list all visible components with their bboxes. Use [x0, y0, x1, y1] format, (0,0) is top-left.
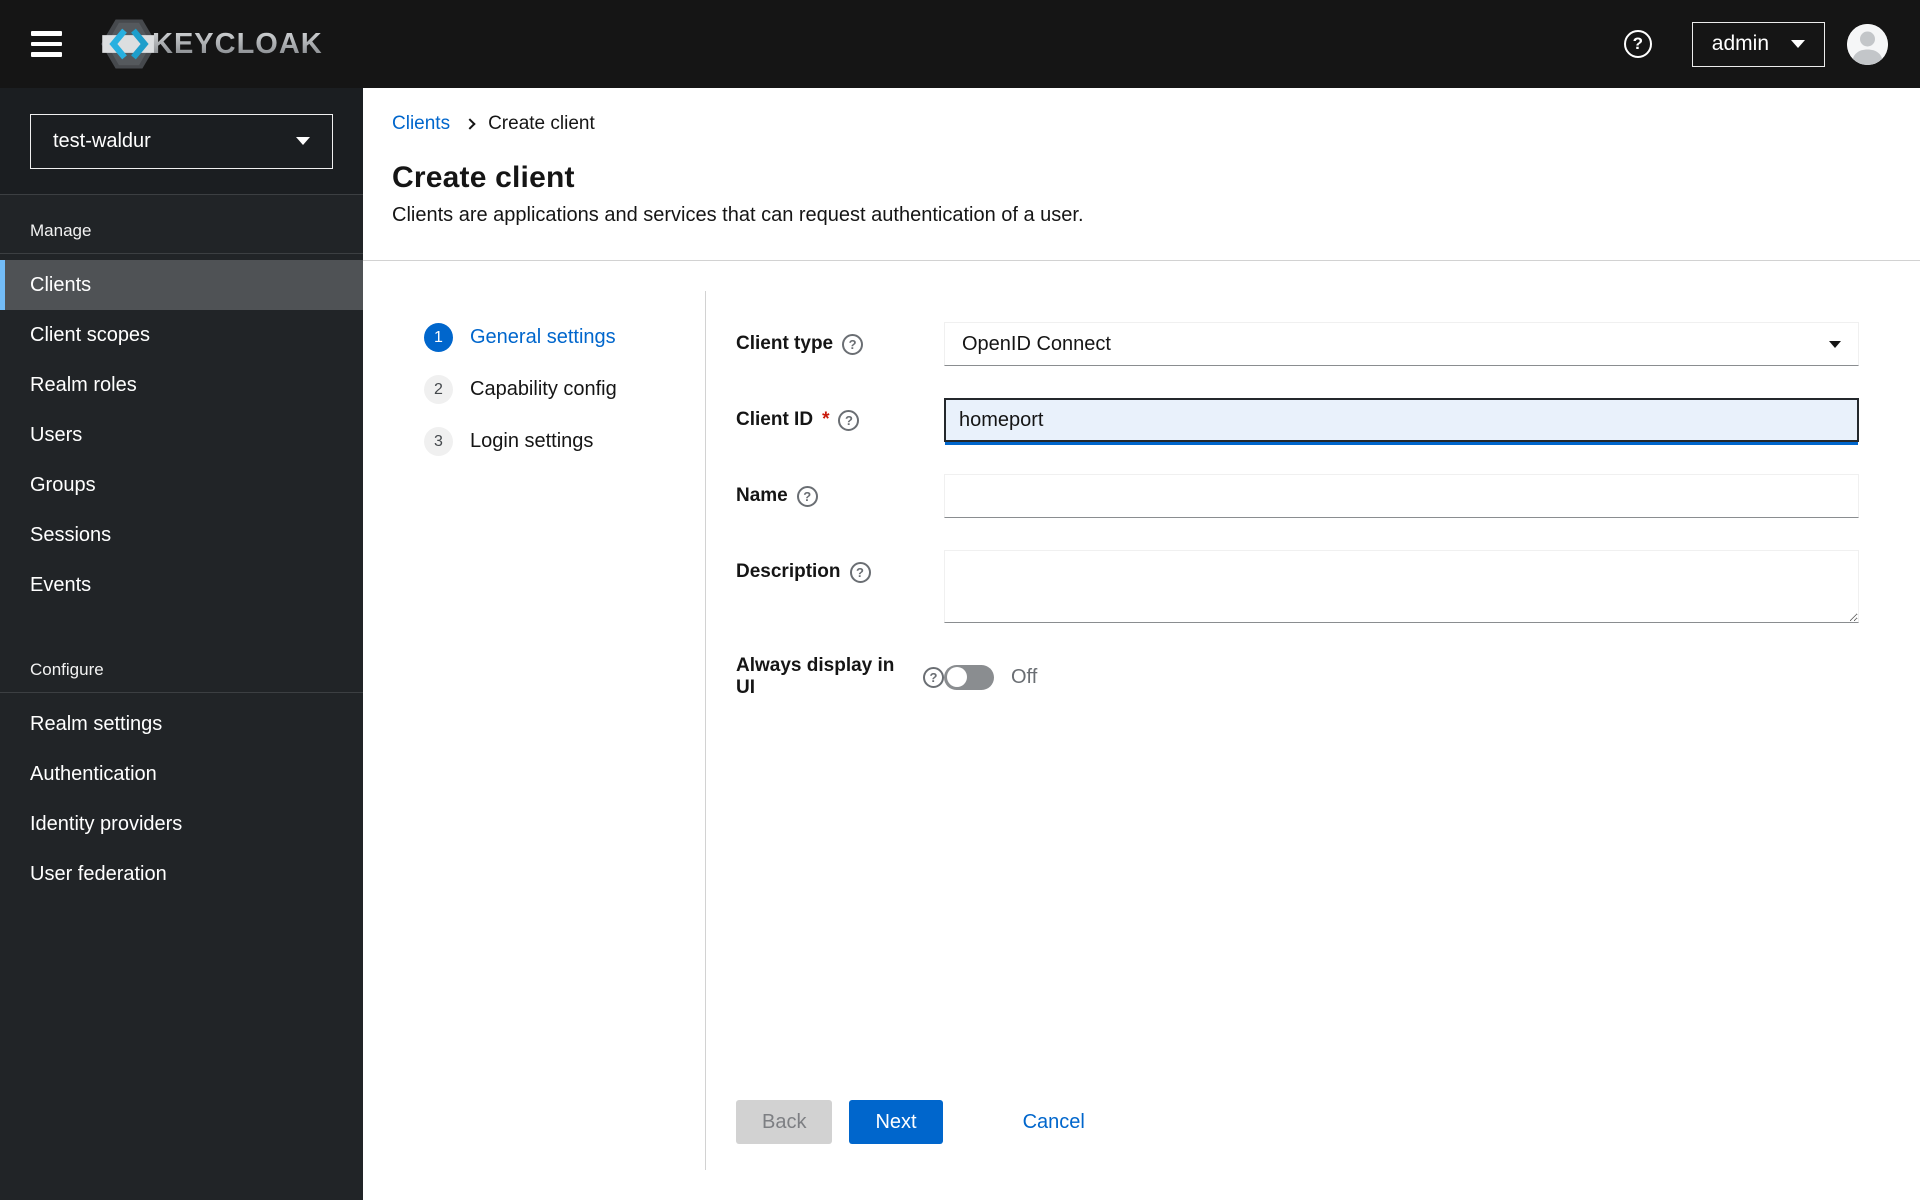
- sidebar-item-authentication[interactable]: Authentication: [0, 749, 363, 799]
- client-id-label: Client ID: [736, 409, 814, 430]
- description-label-group: Description ?: [736, 550, 944, 583]
- user-menu-dropdown[interactable]: admin: [1691, 21, 1825, 67]
- next-button[interactable]: Next: [849, 1100, 943, 1144]
- nav-section-configure: Configure: [30, 660, 104, 679]
- question-circle-icon[interactable]: ?: [849, 561, 871, 583]
- question-circle-icon[interactable]: ?: [842, 333, 864, 355]
- toggle-knob: [947, 667, 967, 687]
- sidebar-item-client-scopes[interactable]: Client scopes: [0, 310, 363, 360]
- sidebar-item-sessions[interactable]: Sessions: [0, 510, 363, 560]
- sidebar-item-identity-providers[interactable]: Identity providers: [0, 799, 363, 849]
- person-icon: [1847, 23, 1888, 65]
- breadcrumb-link-clients[interactable]: Clients: [392, 113, 450, 135]
- page-title: Create client: [392, 161, 575, 194]
- sidebar-item-events[interactable]: Events: [0, 560, 363, 610]
- general-settings-form: Client type ? OpenID Connect Client ID *…: [705, 291, 1920, 1170]
- always-display-toggle[interactable]: [944, 664, 994, 690]
- sidebar-item-groups[interactable]: Groups: [0, 460, 363, 510]
- sidebar-item-user-federation[interactable]: User federation: [0, 849, 363, 899]
- step-label: General settings: [470, 326, 616, 348]
- wizard-steps: 1 General settings 2 Capability config 3…: [363, 291, 705, 1170]
- client-type-value: OpenID Connect: [962, 332, 1111, 355]
- shell: test-waldur Manage Clients Client scopes…: [0, 88, 1920, 1200]
- wizard-step-general-settings[interactable]: 1 General settings: [424, 323, 705, 352]
- always-display-row: Always display in UI ? Off: [736, 655, 1859, 699]
- nav-divider: [0, 692, 363, 693]
- name-input[interactable]: [944, 474, 1859, 518]
- nav-divider: [0, 253, 363, 254]
- breadcrumb-current: Create client: [488, 113, 595, 134]
- client-type-label-group: Client type ?: [736, 333, 944, 355]
- wizard-step-login-settings[interactable]: 3 Login settings: [424, 427, 705, 456]
- back-button[interactable]: Back: [736, 1100, 833, 1144]
- name-label: Name: [736, 485, 788, 506]
- name-label-group: Name ?: [736, 485, 944, 507]
- description-row: Description ?: [736, 550, 1859, 623]
- create-client-wizard: 1 General settings 2 Capability config 3…: [363, 291, 1920, 1170]
- client-type-select[interactable]: OpenID Connect: [944, 322, 1859, 366]
- hamburger-menu-icon[interactable]: [27, 27, 66, 61]
- client-type-label: Client type: [736, 333, 834, 354]
- realm-selector[interactable]: test-waldur: [30, 113, 333, 169]
- nav-section-manage: Manage: [30, 221, 92, 240]
- user-menu-label: admin: [1711, 32, 1769, 55]
- sidebar: test-waldur Manage Clients Client scopes…: [0, 88, 363, 1200]
- toggle-state-label: Off: [1011, 665, 1038, 688]
- always-display-label-group: Always display in UI ?: [736, 655, 944, 699]
- sidebar-item-realm-settings[interactable]: Realm settings: [0, 699, 363, 749]
- step-number: 3: [424, 427, 453, 456]
- step-number: 1: [424, 323, 453, 352]
- page-subtitle: Clients are applications and services th…: [392, 204, 1084, 226]
- page-header: Clients Create client Create client Clie…: [363, 88, 1920, 261]
- chevron-down-icon: [1829, 340, 1841, 348]
- question-circle-icon[interactable]: ?: [796, 485, 818, 507]
- description-textarea[interactable]: [944, 550, 1859, 623]
- cancel-button[interactable]: Cancel: [1023, 1100, 1085, 1144]
- realm-selector-block: test-waldur: [0, 88, 363, 195]
- realm-selector-label: test-waldur: [53, 129, 151, 152]
- sidebar-item-realm-roles[interactable]: Realm roles: [0, 360, 363, 410]
- help-icon[interactable]: ?: [1623, 30, 1652, 58]
- wizard-step-capability-config[interactable]: 2 Capability config: [424, 375, 705, 404]
- question-circle-icon[interactable]: ?: [838, 409, 860, 431]
- sidebar-nav: Manage Clients Client scopes Realm roles…: [0, 195, 363, 899]
- wizard-actions: Back Next Cancel: [736, 1100, 1085, 1144]
- question-circle-icon[interactable]: ?: [923, 666, 944, 688]
- avatar[interactable]: [1847, 23, 1888, 65]
- masthead-actions: ? admin: [1623, 21, 1920, 67]
- client-id-field-wrapper: [944, 398, 1859, 442]
- step-label: Login settings: [470, 430, 594, 452]
- brand-text: KEYCLOAK: [152, 27, 323, 60]
- sidebar-item-users[interactable]: Users: [0, 410, 363, 460]
- step-number: 2: [424, 375, 453, 404]
- keycloak-logo: KEYCLOAK: [100, 18, 323, 70]
- step-label: Capability config: [470, 378, 617, 400]
- app-root: KEYCLOAK ? admin test-waldur Manage Clie…: [0, 0, 1920, 1200]
- masthead: KEYCLOAK ? admin: [0, 0, 1920, 88]
- client-id-row: Client ID * ?: [736, 398, 1859, 442]
- description-label: Description: [736, 561, 841, 582]
- client-id-label-group: Client ID * ?: [736, 409, 944, 431]
- client-type-row: Client type ? OpenID Connect: [736, 322, 1859, 366]
- chevron-down-icon: [296, 137, 310, 145]
- chevron-down-icon: [1791, 40, 1805, 48]
- main-content: Clients Create client Create client Clie…: [363, 88, 1920, 1200]
- client-id-input[interactable]: [946, 400, 1857, 440]
- keycloak-hexagon-icon: [101, 19, 157, 69]
- always-display-label: Always display in UI: [736, 655, 895, 698]
- breadcrumb: Clients Create client: [392, 113, 1859, 135]
- name-row: Name ?: [736, 474, 1859, 518]
- sidebar-item-clients[interactable]: Clients: [0, 260, 363, 310]
- breadcrumb-separator-icon: [464, 118, 476, 130]
- required-asterisk: *: [822, 409, 830, 430]
